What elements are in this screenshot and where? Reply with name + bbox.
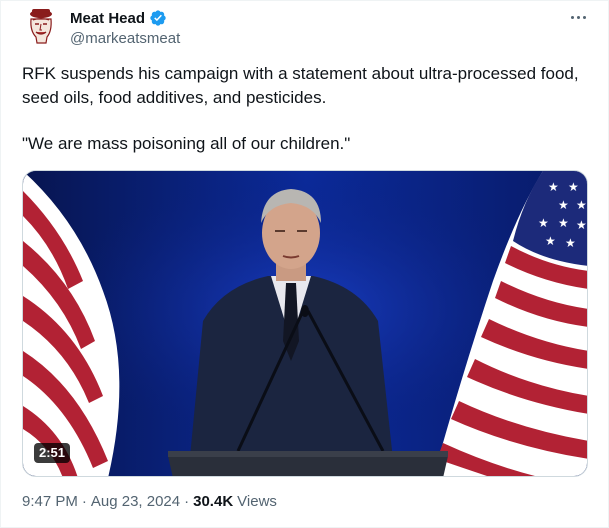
svg-text:★: ★ [545, 234, 556, 248]
podium [168, 451, 448, 476]
meta-separator-2: · [184, 493, 190, 510]
video-player[interactable]: ★ ★ ★ ★ ★ ★ ★ ★ ★ 2:51 [22, 170, 588, 477]
views-label[interactable]: Views [237, 493, 277, 510]
verified-badge-icon[interactable] [149, 9, 167, 27]
tweet-text: RFK suspends his campaign with a stateme… [22, 62, 582, 156]
more-options-icon [570, 15, 574, 19]
author-handle[interactable]: @markeatsmeat [70, 30, 180, 47]
svg-text:★: ★ [576, 218, 587, 232]
tweet-time[interactable]: 9:47 PM [22, 493, 78, 510]
avatar[interactable] [21, 5, 61, 45]
svg-text:★: ★ [568, 180, 579, 194]
meta-separator: · [81, 493, 87, 510]
svg-text:★: ★ [548, 180, 559, 194]
video-duration-badge: 2:51 [34, 443, 71, 463]
author-name-row[interactable]: Meat Head [70, 9, 167, 27]
video-frame: ★ ★ ★ ★ ★ ★ ★ ★ ★ [23, 171, 587, 476]
more-options-button[interactable] [565, 7, 591, 27]
svg-text:★: ★ [538, 216, 549, 230]
tweet-meta-row: 9:47 PM · Aug 23, 2024 · 30.4K Views [22, 493, 277, 510]
svg-text:★: ★ [558, 198, 569, 212]
views-count[interactable]: 30.4K [193, 493, 233, 510]
avatar-logo-icon [21, 5, 61, 45]
svg-text:★: ★ [565, 236, 576, 250]
author-display-name[interactable]: Meat Head [70, 10, 145, 27]
tweet-date[interactable]: Aug 23, 2024 [91, 493, 180, 510]
svg-text:★: ★ [558, 216, 569, 230]
svg-text:★: ★ [576, 198, 587, 212]
tweet-text-paragraph-1: RFK suspends his campaign with a stateme… [22, 64, 579, 107]
tweet-card: Meat Head @markeatsmeat RFK suspends his… [0, 0, 609, 528]
tweet-text-paragraph-2: "We are mass poisoning all of our childr… [22, 134, 351, 153]
